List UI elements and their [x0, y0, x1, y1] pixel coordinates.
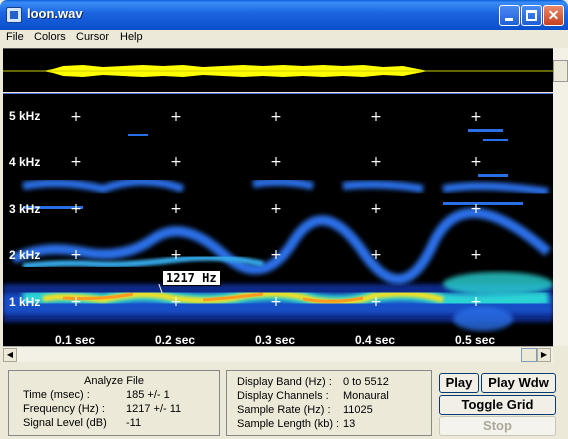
freq-label-5khz: 5 kHz [9, 109, 41, 123]
grid-cross: + [170, 294, 182, 310]
play-button[interactable]: Play [439, 373, 479, 393]
grid-cross: + [370, 154, 382, 170]
close-button[interactable]: ✕ [543, 5, 564, 26]
frequency-label: Frequency (Hz) : [23, 403, 105, 415]
display-channels-value: Monaural [343, 390, 389, 402]
sample-length-label: Sample Length (kb) : [237, 418, 340, 430]
grid-cross: + [270, 154, 282, 170]
vertical-scroll-thumb[interactable] [553, 60, 568, 82]
minimize-icon [505, 18, 513, 21]
time-label: Time (msec) : [23, 389, 90, 401]
grid-cross: + [270, 201, 282, 217]
freq-label-2khz: 2 kHz [9, 248, 41, 262]
sample-rate-label: Sample Rate (Hz) : [237, 404, 331, 416]
sample-rate-value: 11025 [343, 404, 373, 416]
stop-button[interactable]: Stop [439, 416, 556, 436]
grid-cross: + [470, 154, 482, 170]
grid-cross: + [370, 247, 382, 263]
maximize-button[interactable] [521, 5, 542, 26]
display-band-label: Display Band (Hz) : [237, 376, 332, 388]
waveform-graphic [3, 65, 553, 77]
grid-cross: + [170, 201, 182, 217]
time-label-0.1: 0.1 sec [55, 333, 96, 346]
freq-label-4khz: 4 kHz [9, 155, 41, 169]
signal-level-label: Signal Level (dB) [23, 417, 107, 429]
menu-help[interactable]: Help [120, 31, 143, 43]
grid-cross: + [170, 109, 182, 125]
title-bar: loon.wav ✕ [0, 0, 568, 30]
analyze-panel: Analyze File Time (msec) : 185 +/- 1 Fre… [8, 370, 220, 436]
display-band-value: 0 to 5512 [343, 376, 389, 388]
time-label-0.2: 0.2 sec [155, 333, 196, 346]
menu-file[interactable]: File [6, 31, 24, 43]
grid-cross: + [270, 294, 282, 310]
menu-cursor[interactable]: Cursor [76, 31, 109, 43]
time-label-0.4: 0.4 sec [355, 333, 396, 346]
spectrogram[interactable]: 5 kHz 4 kHz 3 kHz 2 kHz 1 kHz + + + + + … [3, 93, 553, 346]
grid-cross: + [470, 247, 482, 263]
freq-label-1khz: 1 kHz [9, 295, 41, 309]
window-title: loon.wav [27, 6, 83, 21]
grid-cross: + [70, 109, 82, 125]
time-label-0.3: 0.3 sec [255, 333, 296, 346]
horizontal-scroll-thumb[interactable] [521, 348, 537, 362]
sample-length-value: 13 [343, 418, 356, 430]
time-label-0.5: 0.5 sec [455, 333, 496, 346]
grid-cross: + [70, 154, 82, 170]
grid-cross: + [170, 247, 182, 263]
cursor-frequency-readout: 1217 Hz [162, 270, 221, 286]
grid-cross: + [70, 294, 82, 310]
status-area: Analyze File Time (msec) : 185 +/- 1 Fre… [0, 362, 568, 439]
toggle-grid-button[interactable]: Toggle Grid [439, 395, 556, 415]
frequency-value: 1217 +/- 11 [126, 403, 182, 415]
signal-level-value: -11 [126, 417, 142, 429]
scroll-left-icon[interactable]: ◀ [3, 348, 17, 362]
freq-label-3khz: 3 kHz [9, 202, 41, 216]
app-icon [6, 7, 22, 23]
play-window-button[interactable]: Play Wdw [481, 373, 556, 393]
grid-cross: + [70, 247, 82, 263]
grid-cross: + [270, 109, 282, 125]
horizontal-scrollbar[interactable]: ◀ ▶ [3, 346, 553, 362]
grid-cross: + [470, 201, 482, 217]
waveform-overview[interactable] [3, 48, 553, 92]
grid-cross: + [270, 247, 282, 263]
grid-cross: + [170, 154, 182, 170]
close-icon: ✕ [547, 7, 560, 23]
time-value: 185 +/- 1 [126, 389, 170, 401]
menu-bar: File Colors Cursor Help [0, 30, 568, 47]
grid-cross: + [370, 201, 382, 217]
minimize-button[interactable] [499, 5, 520, 26]
scroll-right-icon[interactable]: ▶ [537, 348, 551, 362]
display-channels-label: Display Channels : [237, 390, 329, 402]
display-panel: Display Band (Hz) : 0 to 5512 Display Ch… [226, 370, 432, 436]
grid-cross: + [70, 201, 82, 217]
vertical-scrollbar[interactable] [553, 48, 568, 346]
menu-colors[interactable]: Colors [34, 31, 66, 43]
analyze-title: Analyze File [84, 375, 144, 387]
grid-cross: + [470, 294, 482, 310]
maximize-icon [526, 10, 537, 21]
grid-cross: + [370, 294, 382, 310]
grid-cross: + [370, 109, 382, 125]
grid-cross: + [470, 109, 482, 125]
